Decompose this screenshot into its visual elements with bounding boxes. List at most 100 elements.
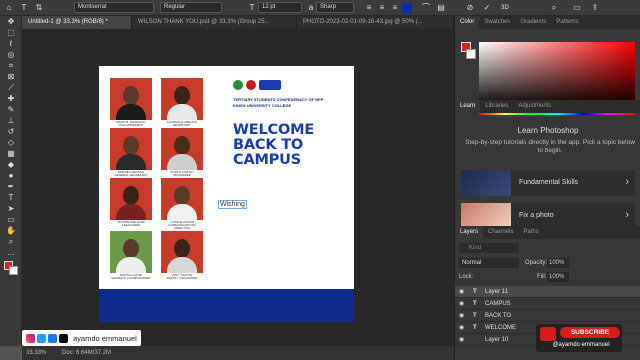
bell-icon — [540, 327, 556, 341]
subscribe-overlay: SUBSCRIBE @ayamdo emmanuel — [536, 324, 622, 352]
type-tool-icon[interactable]: T — [18, 2, 30, 14]
layer-row[interactable]: ◉ T CAMPUS — [455, 298, 640, 310]
brush-icon[interactable]: ✎ — [0, 104, 22, 115]
color-swatch-icon[interactable] — [0, 258, 22, 280]
photo-3 — [110, 128, 152, 170]
commit-icon[interactable]: ✓ — [481, 2, 493, 14]
layer-name: WELCOME — [485, 325, 517, 331]
eye-icon[interactable]: ◉ — [459, 310, 464, 322]
tab-layers[interactable]: Layers — [455, 226, 484, 239]
home-icon[interactable]: ⌂ — [3, 2, 15, 14]
type-icon[interactable]: T — [0, 192, 22, 203]
watermark-handle: ayamdo emmanuel — [73, 333, 137, 343]
caption-5: JACQUELINE ADJEI TREASURER — [116, 220, 145, 227]
tab-gradients[interactable]: Gradients — [515, 16, 551, 29]
learn-panel-tabs: Learn Libraries Adjustments — [455, 100, 640, 113]
text-color-swatch[interactable] — [402, 3, 412, 13]
blend-mode-select[interactable]: Normal — [459, 258, 519, 268]
tab-color[interactable]: Color — [455, 16, 480, 29]
eye-icon[interactable]: ◉ — [459, 298, 464, 310]
color-picker-field[interactable] — [479, 42, 635, 108]
rectangle-icon[interactable]: ▭ — [0, 214, 22, 225]
font-size-icon: T — [249, 3, 255, 12]
tab-wilson[interactable]: WILSON THANK YOU.psd @ 33.3% (Group 25..… — [132, 16, 297, 29]
eye-icon[interactable]: ◉ — [459, 334, 464, 346]
tab-learn[interactable]: Learn — [455, 100, 481, 113]
search-icon[interactable]: ⌕ — [548, 2, 560, 14]
stamp-icon[interactable]: ⊥ — [0, 115, 22, 126]
fill-input[interactable]: 100% — [547, 272, 569, 282]
frame-icon[interactable]: ⊠ — [0, 71, 22, 82]
layer-filter-input[interactable]: Kind — [459, 243, 519, 253]
fill-label: Fill: — [537, 274, 547, 280]
tab-swatches[interactable]: Swatches — [479, 16, 515, 29]
anti-alias-select[interactable]: Sharp — [316, 2, 354, 13]
artboard-icon[interactable]: ⬚ — [0, 27, 22, 38]
eyedropper-icon[interactable]: ⟋ — [0, 82, 22, 93]
photo-4 — [161, 128, 203, 170]
eye-icon[interactable]: ◉ — [459, 322, 464, 334]
character-panel-icon[interactable]: ▤ — [435, 2, 447, 14]
eraser-icon[interactable]: ◇ — [0, 137, 22, 148]
layer-type: T — [473, 301, 477, 307]
lasso-icon[interactable]: ℓ — [0, 38, 22, 49]
warp-text-icon[interactable]: ⌒ — [420, 2, 432, 14]
workspace-icon[interactable]: ▭ — [571, 2, 583, 14]
font-style-select[interactable]: Regular — [160, 2, 222, 13]
history-brush-icon[interactable]: ↺ — [0, 126, 22, 137]
hand-icon[interactable]: ✋ — [0, 225, 22, 236]
layer-row[interactable]: ◉ T Layer 11 — [455, 286, 640, 298]
layer-name: Layer 11 — [485, 289, 508, 295]
layer-row[interactable]: ◉ T BACK TO — [455, 310, 640, 322]
tab-adjustments[interactable]: Adjustments — [513, 100, 556, 113]
blur-icon[interactable]: ◆ — [0, 159, 22, 170]
pen-icon[interactable]: ✒ — [0, 181, 22, 192]
active-text-box[interactable]: Wishing — [218, 200, 247, 209]
twitter-icon — [37, 333, 46, 343]
path-select-icon[interactable]: ➤ — [0, 203, 22, 214]
tab-untitled[interactable]: Untitled-1 @ 33.3% (RGB/8) * — [22, 16, 132, 29]
logo-2 — [246, 80, 256, 90]
eye-icon[interactable]: ◉ — [459, 286, 464, 298]
back-to-text: BACK TO — [233, 137, 304, 153]
social-watermark: ayamdo emmanuel — [22, 330, 141, 346]
tab-paths[interactable]: Paths — [518, 226, 543, 239]
dodge-icon[interactable]: ● — [0, 170, 22, 181]
cancel-icon[interactable]: ⊘ — [464, 2, 476, 14]
opacity-input[interactable]: 100% — [547, 258, 569, 268]
learn-card-fundamental[interactable]: Fundamental Skills › — [461, 170, 635, 196]
share-icon[interactable]: ⇪ — [589, 2, 601, 14]
instagram-icon — [26, 333, 35, 343]
logo-3 — [259, 80, 281, 90]
align-left-icon[interactable]: ≡ — [363, 2, 375, 14]
font-family-select[interactable]: Montserrat — [74, 2, 154, 13]
zoom-level[interactable]: 33.33% — [26, 350, 46, 356]
layer-name: BACK TO — [485, 313, 512, 319]
zoom-icon[interactable]: ⌕ — [0, 236, 22, 247]
font-size-select[interactable]: 12 pt — [258, 2, 302, 13]
gradient-icon[interactable]: ▦ — [0, 148, 22, 159]
tab-photo[interactable]: PHOTO-2023-02-01-09-16-43.jpg @ 50% (... — [297, 16, 454, 29]
logo-1 — [233, 80, 243, 90]
more-icon[interactable]: … — [0, 247, 22, 258]
align-right-icon[interactable]: ≡ — [389, 2, 401, 14]
align-center-icon[interactable]: ≡ — [376, 2, 388, 14]
tab-libraries[interactable]: Libraries — [480, 100, 513, 113]
move-icon[interactable]: ✥ — [0, 16, 22, 27]
color-panel-tabs: Color Swatches Gradients Patterns — [455, 16, 640, 29]
layer-type: T — [473, 325, 477, 331]
chevron-right-icon: › — [625, 176, 629, 188]
background-color[interactable] — [466, 49, 476, 59]
spot-heal-icon[interactable]: ✚ — [0, 93, 22, 104]
document-artboard[interactable]: DAVID B. MOHEGAN VICE PRESIDENT FLORENCE … — [99, 66, 354, 322]
crop-icon[interactable]: ⌗ — [0, 60, 22, 71]
layers-panel-tabs: Layers Channels Paths — [455, 226, 640, 239]
subscribe-button[interactable]: SUBSCRIBE — [560, 327, 620, 338]
caption-6: YVONNE AMOAH COMMUNICATIONS DIRECTOR — [168, 220, 196, 230]
tab-channels[interactable]: Channels — [483, 226, 518, 239]
lock-label: Lock: — [459, 274, 474, 280]
text-orientation-icon[interactable]: ⇅ — [33, 2, 45, 14]
three-d-label[interactable]: 3D — [499, 2, 511, 14]
quick-select-icon[interactable]: ◎ — [0, 49, 22, 60]
tab-patterns[interactable]: Patterns — [551, 16, 583, 29]
